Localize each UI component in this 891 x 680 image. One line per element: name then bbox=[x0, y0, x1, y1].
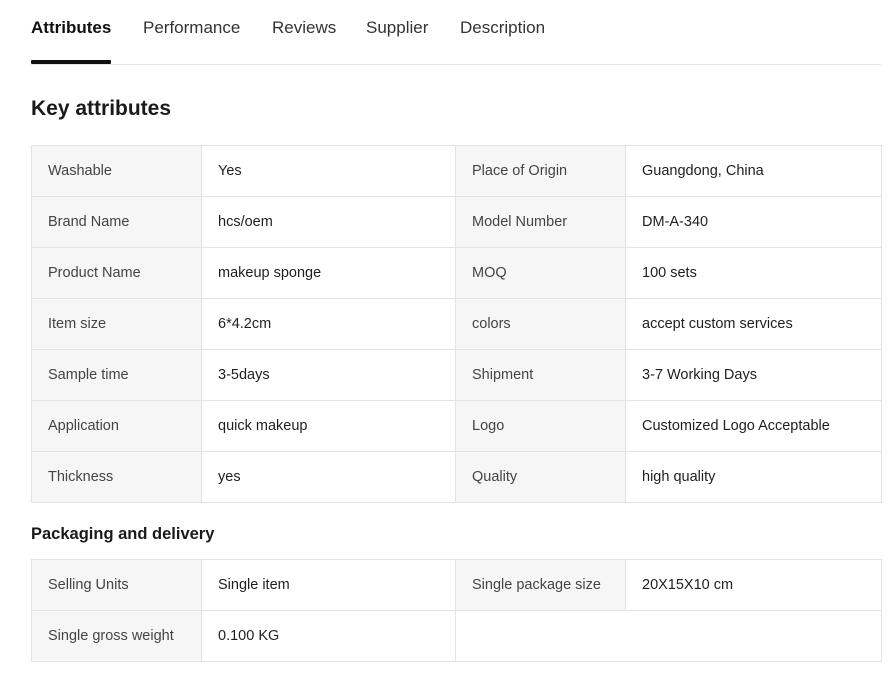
tab-performance[interactable]: Performance bbox=[143, 18, 240, 38]
attribute-label: Sample time bbox=[31, 349, 202, 401]
table-row: Thickness yes Quality high quality bbox=[31, 451, 882, 503]
attribute-value: DM-A-340 bbox=[625, 196, 882, 248]
attribute-label: MOQ bbox=[455, 247, 626, 299]
attribute-label: Product Name bbox=[31, 247, 202, 299]
table-row: Item size 6*4.2cm colors accept custom s… bbox=[31, 298, 882, 350]
attribute-label: Thickness bbox=[31, 451, 202, 503]
tab-attributes[interactable]: Attributes bbox=[31, 18, 111, 38]
attribute-value: 20X15X10 cm bbox=[625, 559, 882, 611]
attribute-label: Single gross weight bbox=[31, 610, 202, 662]
attribute-value: Customized Logo Acceptable bbox=[625, 400, 882, 452]
table-row: Washable Yes Place of Origin Guangdong, … bbox=[31, 145, 882, 197]
table-row: Product Name makeup sponge MOQ 100 sets bbox=[31, 247, 882, 299]
attribute-label: Single package size bbox=[455, 559, 626, 611]
attribute-value: 3-7 Working Days bbox=[625, 349, 882, 401]
attribute-value: makeup sponge bbox=[201, 247, 456, 299]
attribute-label: Brand Name bbox=[31, 196, 202, 248]
tab-description[interactable]: Description bbox=[460, 18, 545, 38]
attribute-value: hcs/oem bbox=[201, 196, 456, 248]
attribute-label: Place of Origin bbox=[455, 145, 626, 197]
tab-supplier[interactable]: Supplier bbox=[366, 18, 428, 38]
attribute-label: Item size bbox=[31, 298, 202, 350]
active-tab-indicator bbox=[31, 60, 111, 64]
attribute-value: accept custom services bbox=[625, 298, 882, 350]
attribute-value: quick makeup bbox=[201, 400, 456, 452]
attribute-label: Washable bbox=[31, 145, 202, 197]
table-row: Brand Name hcs/oem Model Number DM-A-340 bbox=[31, 196, 882, 248]
attribute-label: Model Number bbox=[455, 196, 626, 248]
attribute-value: Single item bbox=[201, 559, 456, 611]
key-attributes-title: Key attributes bbox=[31, 97, 172, 120]
table-row: Sample time 3-5days Shipment 3-7 Working… bbox=[31, 349, 882, 401]
attribute-value: Yes bbox=[201, 145, 456, 197]
table-row: Application quick makeup Logo Customized… bbox=[31, 400, 882, 452]
table-row: Single gross weight 0.100 KG bbox=[31, 610, 882, 662]
table-row: Selling Units Single item Single package… bbox=[31, 559, 882, 611]
packaging-table: Selling Units Single item Single package… bbox=[31, 559, 882, 662]
attribute-value: 6*4.2cm bbox=[201, 298, 456, 350]
attribute-label: Quality bbox=[455, 451, 626, 503]
empty-cell bbox=[455, 610, 882, 662]
attribute-label: Selling Units bbox=[31, 559, 202, 611]
attribute-value: 100 sets bbox=[625, 247, 882, 299]
attribute-label: Application bbox=[31, 400, 202, 452]
packaging-title: Packaging and delivery bbox=[31, 525, 215, 543]
attribute-value: 3-5days bbox=[201, 349, 456, 401]
attribute-label: Logo bbox=[455, 400, 626, 452]
attribute-value: yes bbox=[201, 451, 456, 503]
attribute-label: colors bbox=[455, 298, 626, 350]
key-attributes-table: Washable Yes Place of Origin Guangdong, … bbox=[31, 145, 882, 503]
attribute-label: Shipment bbox=[455, 349, 626, 401]
tab-bar: Attributes Performance Reviews Supplier … bbox=[31, 0, 881, 65]
attribute-value: Guangdong, China bbox=[625, 145, 882, 197]
attribute-value: high quality bbox=[625, 451, 882, 503]
attribute-value: 0.100 KG bbox=[201, 610, 456, 662]
tab-reviews[interactable]: Reviews bbox=[272, 18, 336, 38]
